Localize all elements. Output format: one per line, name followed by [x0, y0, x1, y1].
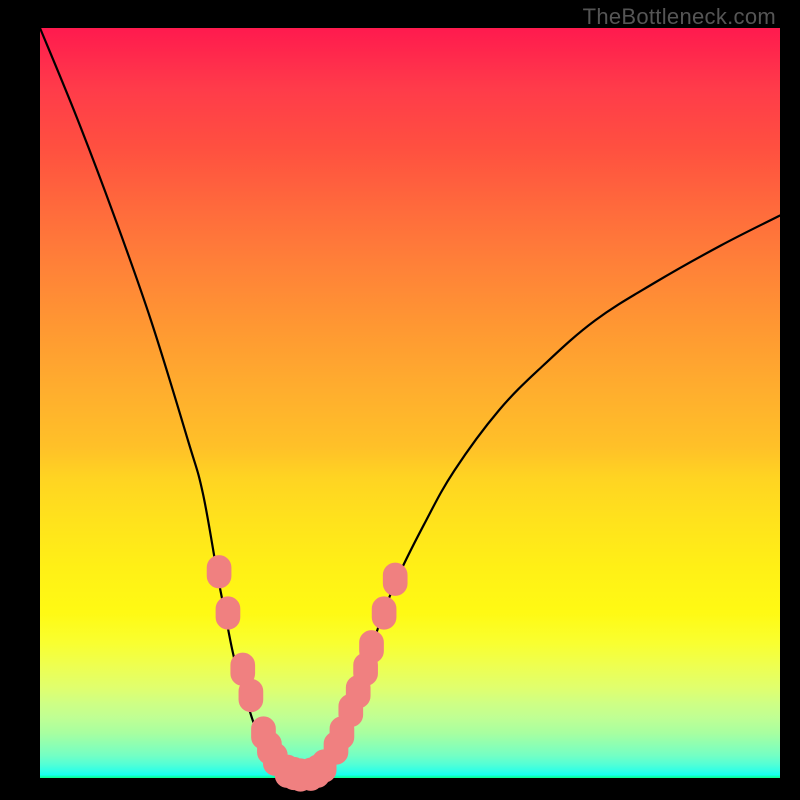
curve-right-branch: [299, 216, 780, 777]
marker-point: [383, 563, 407, 595]
chart-frame: TheBottleneck.com: [0, 0, 800, 800]
marker-point: [372, 597, 396, 629]
marker-point: [360, 631, 384, 663]
marker-point: [239, 679, 263, 711]
marker-point: [216, 597, 240, 629]
plot-area: [40, 28, 780, 778]
curve-left-branch: [40, 28, 299, 777]
credit-text: TheBottleneck.com: [583, 4, 776, 30]
bottleneck-curve: [40, 28, 780, 778]
marker-point: [207, 556, 231, 588]
